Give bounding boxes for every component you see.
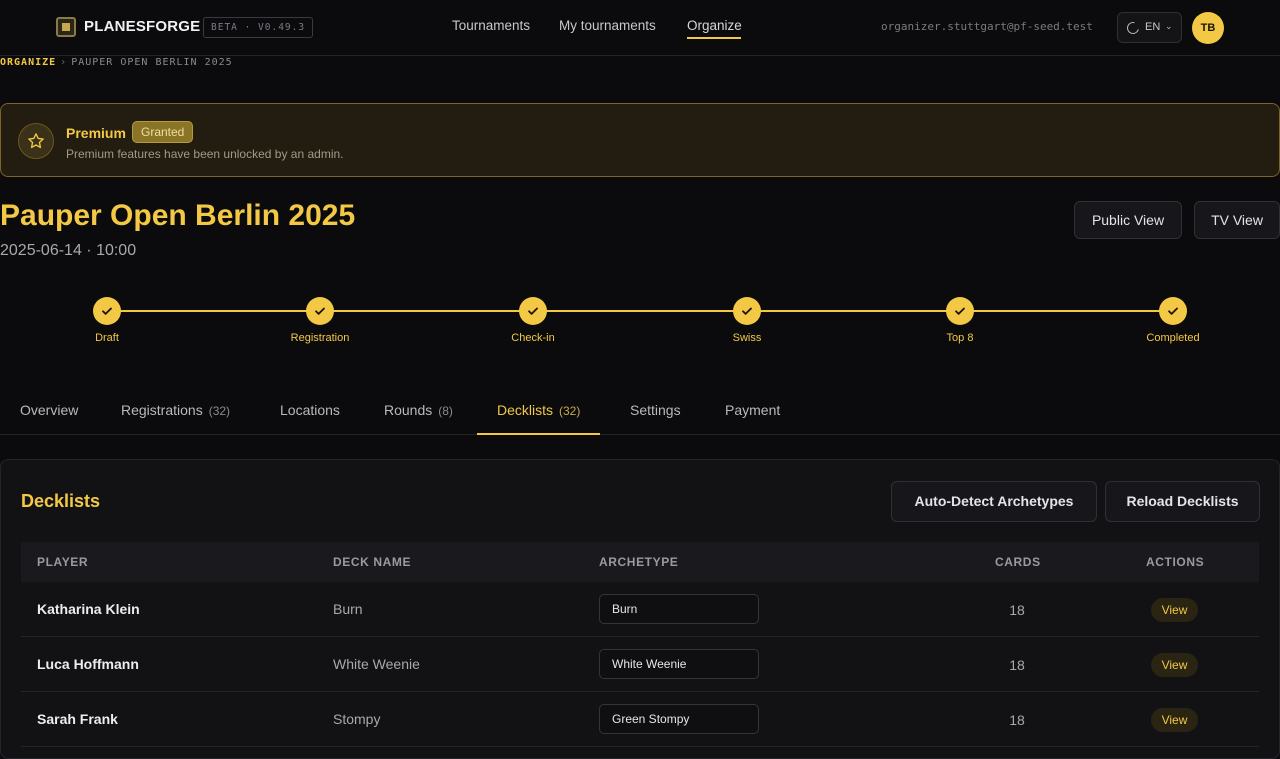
status-badge: Granted [132, 121, 194, 143]
view-button[interactable]: View [1151, 598, 1198, 622]
brand-name[interactable]: PLANESFORGE [84, 18, 200, 35]
check-icon [1159, 297, 1187, 325]
language-code: EN [1145, 21, 1161, 33]
card-count: 18 [1009, 712, 1025, 728]
stage-registration: Registration [260, 297, 380, 344]
tab-locations[interactable]: Locations [260, 387, 360, 435]
check-icon [519, 297, 547, 325]
top-bar: PLANESFORGE BETA · V0.49.3 Tournaments M… [0, 0, 1280, 56]
nav-tournaments[interactable]: Tournaments [452, 18, 530, 33]
stage-label: Check-in [511, 332, 555, 344]
stage-top-8: Top 8 [900, 297, 1020, 344]
deck-name: Stompy [333, 711, 381, 727]
tab-bar: Overview Registrations (32) Locations Rou… [0, 387, 1280, 435]
decklists-panel: Decklists Auto-Detect Archetypes Reload … [0, 459, 1280, 759]
logo-icon[interactable] [56, 17, 76, 37]
stage-label: Swiss [732, 332, 762, 344]
avatar[interactable]: TB [1192, 12, 1224, 44]
stage-completed: Completed [1113, 297, 1233, 344]
view-button[interactable]: View [1151, 708, 1198, 732]
breadcrumb: ORGANIZE › PAUPER OPEN BERLIN 2025 [0, 57, 233, 68]
tab-label: Settings [630, 402, 681, 418]
tab-label: Decklists [497, 402, 554, 418]
tab-label: Rounds [384, 402, 433, 418]
tab-decklists[interactable]: Decklists (32) [477, 387, 601, 435]
breadcrumb-separator: › [60, 57, 68, 68]
check-icon [946, 297, 974, 325]
public-view-button[interactable]: Public View [1074, 201, 1182, 239]
theme-language-toggle[interactable]: EN ⌄ [1117, 12, 1182, 43]
tab-count: (32) [208, 404, 231, 418]
player-name: Katharina Klein [37, 601, 140, 617]
player-name: Luca Hoffmann [37, 656, 139, 672]
check-icon [733, 297, 761, 325]
auto-detect-archetypes-button[interactable]: Auto-Detect Archetypes [891, 481, 1097, 522]
table-row: Katharina Klein Burn Burn 18 View [21, 582, 1259, 637]
chevron-down-icon: ⌄ [1165, 21, 1173, 31]
tab-overview[interactable]: Overview [0, 387, 98, 435]
tv-view-button[interactable]: TV View [1194, 201, 1280, 239]
column-header-cards: CARDS [995, 555, 1041, 569]
breadcrumb-root[interactable]: ORGANIZE [0, 57, 56, 68]
archetype-input[interactable]: White Weenie [599, 649, 759, 679]
archetype-input[interactable]: Burn [599, 594, 759, 624]
premium-description: Premium features have been unlocked by a… [66, 147, 344, 161]
player-name: Sarah Frank [37, 711, 118, 727]
stage-label: Draft [95, 332, 119, 344]
tab-label: Registrations [121, 402, 203, 418]
version-badge: BETA · V0.49.3 [203, 17, 314, 38]
nav-active-indicator [687, 37, 741, 39]
premium-banner: Premium Granted Premium features have be… [0, 103, 1280, 177]
premium-title: Premium [66, 125, 126, 141]
breadcrumb-current: PAUPER OPEN BERLIN 2025 [71, 57, 233, 68]
column-header-archetype: ARCHETYPE [599, 555, 679, 569]
deck-name: White Weenie [333, 656, 420, 672]
section-title: Decklists [21, 491, 101, 511]
stage-label: Registration [290, 332, 350, 344]
stage-label: Top 8 [946, 332, 974, 344]
check-icon [306, 297, 334, 325]
column-header-player: PLAYER [37, 555, 89, 569]
moon-icon [1124, 19, 1142, 37]
card-count: 18 [1009, 602, 1025, 618]
table-header: PLAYER DECK NAME ARCHETYPE CARDS ACTIONS [21, 542, 1259, 582]
reload-decklists-button[interactable]: Reload Decklists [1105, 481, 1260, 522]
tab-label: Payment [725, 402, 781, 418]
column-header-deck-name: DECK NAME [333, 555, 412, 569]
star-icon [18, 123, 54, 159]
stage-swiss: Swiss [687, 297, 807, 344]
tab-count: (32) [559, 404, 581, 418]
tab-settings[interactable]: Settings [610, 387, 701, 435]
check-icon [93, 297, 121, 325]
stage-draft: Draft [47, 297, 167, 344]
tab-registrations[interactable]: Registrations (32) [101, 387, 250, 435]
view-button[interactable]: View [1151, 653, 1198, 677]
stage-label: Completed [1146, 332, 1200, 344]
nav-my-tournaments[interactable]: My tournaments [559, 18, 656, 33]
tab-label: Overview [20, 402, 79, 418]
card-count: 18 [1009, 657, 1025, 673]
stage-check-in: Check-in [473, 297, 593, 344]
tab-rounds[interactable]: Rounds (8) [364, 387, 473, 435]
user-email: organizer.stuttgart@pf-seed.test [881, 20, 1093, 33]
nav-organize[interactable]: Organize [687, 18, 742, 33]
tab-count: (8) [438, 404, 453, 418]
column-header-actions: ACTIONS [1146, 555, 1205, 569]
table-row: Luca Hoffmann White Weenie White Weenie … [21, 637, 1259, 692]
tab-label: Locations [280, 402, 340, 418]
archetype-input[interactable]: Green Stompy [599, 704, 759, 734]
tab-payment[interactable]: Payment [705, 387, 800, 435]
event-datetime: 2025-06-14 · 10:00 [0, 242, 137, 259]
page-title: Pauper Open Berlin 2025 [0, 199, 356, 232]
deck-name: Burn [333, 601, 363, 617]
